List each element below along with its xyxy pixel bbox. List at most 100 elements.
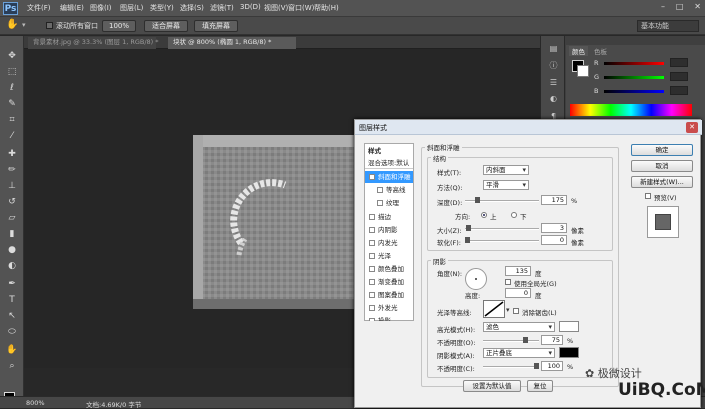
menu-layer[interactable]: 图层(L)	[120, 3, 143, 13]
eraser-tool-icon[interactable]: ▱	[5, 212, 19, 225]
fit-screen-button[interactable]: 适合屏幕	[144, 20, 188, 32]
menu-help[interactable]: 帮助(H)	[314, 3, 339, 13]
style-item-satin[interactable]: 光泽	[365, 250, 413, 262]
menu-type[interactable]: 类型(Y)	[150, 3, 174, 13]
tool-preset-icon[interactable]: ▾	[22, 21, 26, 29]
style-item-color-overlay[interactable]: 颜色叠加	[365, 263, 413, 275]
blend-options-item[interactable]: 混合选项:默认	[365, 157, 413, 169]
blur-tool-icon[interactable]: ●	[5, 244, 19, 257]
history-panel-icon[interactable]: ▤	[547, 44, 560, 56]
tab-swatches[interactable]: 色板	[594, 46, 607, 56]
menu-image[interactable]: 图像(I)	[90, 3, 112, 13]
color-spectrum[interactable]	[570, 104, 692, 116]
b-value[interactable]	[670, 86, 688, 95]
fill-screen-button[interactable]: 填充屏幕	[194, 20, 238, 32]
shadow-mode-select[interactable]: 正片叠底	[483, 348, 555, 358]
adjust-panel-icon[interactable]: ◐	[547, 94, 560, 106]
tab-color[interactable]: 颜色	[569, 46, 588, 56]
style-item-texture[interactable]: 纹理	[365, 197, 413, 209]
style-item-contour[interactable]: 等高线	[365, 184, 413, 196]
move-tool-icon[interactable]: ✥	[5, 50, 19, 63]
history-brush-icon[interactable]: ↺	[5, 196, 19, 209]
properties-panel-icon[interactable]: ☰	[547, 78, 560, 90]
g-slider[interactable]	[604, 76, 664, 79]
menu-window[interactable]: 窗口(W)	[288, 3, 314, 13]
zoom-100-button[interactable]: 100%	[102, 20, 136, 32]
close-icon[interactable]: ✕	[694, 2, 701, 14]
ok-button[interactable]: 确定	[631, 144, 693, 156]
direction-up-radio[interactable]	[481, 212, 487, 218]
r-value[interactable]	[670, 58, 688, 67]
dodge-tool-icon[interactable]: ◐	[5, 260, 19, 273]
style-item-inner-glow[interactable]: 内发光	[365, 237, 413, 249]
dialog-close-icon[interactable]: ✕	[686, 122, 698, 133]
document-canvas[interactable]	[193, 135, 363, 309]
bg-color-chip[interactable]	[577, 65, 589, 77]
soften-input[interactable]: 0	[541, 235, 567, 245]
global-light-checkbox[interactable]	[505, 279, 511, 285]
size-input[interactable]: 3	[541, 223, 567, 233]
eyedropper-tool-icon[interactable]: ⁄	[5, 130, 19, 143]
bevel-style-select[interactable]: 内斜面	[483, 165, 529, 175]
style-item-pattern-overlay[interactable]: 图案叠加	[365, 289, 413, 301]
type-tool-icon[interactable]: T	[5, 294, 19, 307]
r-slider[interactable]	[604, 62, 664, 65]
gradient-tool-icon[interactable]: ▮	[5, 228, 19, 241]
reset-default-button[interactable]: 复位	[527, 380, 553, 392]
shadow-color-swatch[interactable]	[559, 347, 579, 358]
path-select-tool-icon[interactable]: ↖	[5, 310, 19, 323]
soften-slider[interactable]	[465, 237, 539, 243]
ellipse-tool-icon[interactable]: ⬭	[5, 326, 19, 339]
highlight-opacity-slider[interactable]	[483, 337, 539, 343]
angle-input[interactable]: 135	[505, 266, 531, 276]
size-slider[interactable]	[465, 225, 539, 231]
tab-background-doc[interactable]: 背景素材.jpg @ 33.3% (图层 1, RGB/8) *	[28, 37, 159, 49]
highlight-color-swatch[interactable]	[559, 321, 579, 332]
preview-checkbox[interactable]	[645, 193, 651, 199]
pen-tool-icon[interactable]: ✒	[5, 278, 19, 291]
info-panel-icon[interactable]: ⓘ	[547, 60, 560, 72]
menu-file[interactable]: 文件(F)	[27, 3, 51, 13]
menu-select[interactable]: 选择(S)	[180, 3, 204, 13]
shadow-opacity-input[interactable]: 100	[541, 361, 563, 371]
depth-input[interactable]: 175	[541, 195, 567, 205]
marquee-tool-icon[interactable]: ⬚	[5, 66, 19, 79]
menu-view[interactable]: 视图(V)	[264, 3, 288, 13]
style-item-gradient-overlay[interactable]: 渐变叠加	[365, 276, 413, 288]
contour-dropdown-icon[interactable]: ▾	[506, 306, 510, 314]
minimize-icon[interactable]: –	[661, 2, 665, 14]
zoom-tool-icon[interactable]: ⌕	[5, 360, 19, 373]
scroll-all-checkbox[interactable]	[46, 22, 53, 29]
brush-tool-icon[interactable]: ✏	[5, 164, 19, 177]
styles-header[interactable]: 样式	[365, 145, 413, 157]
style-item-stroke[interactable]: 描边	[365, 211, 413, 223]
gloss-contour-picker[interactable]	[483, 300, 505, 318]
menu-filter[interactable]: 滤镜(T)	[210, 3, 234, 13]
g-value[interactable]	[670, 72, 688, 81]
angle-dial[interactable]	[465, 268, 487, 290]
healing-tool-icon[interactable]: ✚	[5, 148, 19, 161]
style-item-outer-glow[interactable]: 外发光	[365, 302, 413, 314]
lasso-tool-icon[interactable]: ℓ	[5, 82, 19, 95]
menu-3d[interactable]: 3D(D)	[240, 3, 261, 11]
hand-tool-icon[interactable]: ✋	[6, 19, 18, 30]
tab-block-doc[interactable]: 块状 @ 800% (椭圆 1, RGB/8) *	[168, 37, 296, 49]
quick-select-tool-icon[interactable]: ✎	[5, 98, 19, 111]
highlight-opacity-input[interactable]: 75	[541, 335, 563, 345]
b-slider[interactable]	[604, 90, 664, 93]
hand-tool-icon[interactable]: ✋	[5, 344, 19, 357]
style-item-drop-shadow[interactable]: 投影	[365, 315, 413, 321]
style-item-bevel[interactable]: 斜面和浮雕	[365, 171, 413, 183]
workspace-select[interactable]: 基本功能	[637, 20, 699, 32]
zoom-level[interactable]: 800%	[26, 399, 45, 407]
highlight-mode-select[interactable]: 滤色	[483, 322, 555, 332]
altitude-input[interactable]: 0	[505, 288, 531, 298]
antialias-checkbox[interactable]	[513, 308, 519, 314]
shadow-opacity-slider[interactable]	[483, 363, 539, 369]
maximize-icon[interactable]: □	[676, 2, 684, 14]
set-default-button[interactable]: 设置为默认值	[463, 380, 521, 392]
depth-slider[interactable]	[465, 197, 539, 203]
cancel-button[interactable]: 取消	[631, 160, 693, 172]
technique-select[interactable]: 平滑	[483, 180, 529, 190]
menu-edit[interactable]: 编辑(E)	[60, 3, 84, 13]
